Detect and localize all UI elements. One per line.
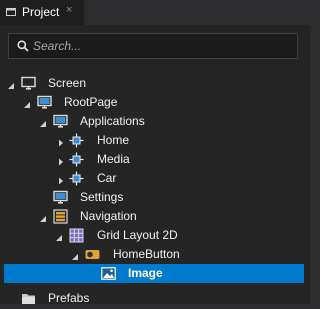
expanded-arrow-icon[interactable]: [71, 250, 79, 260]
tree-item-screen[interactable]: Screen: [0, 74, 310, 93]
collapsed-arrow-icon[interactable]: [57, 174, 65, 185]
tree-item-label: Navigation: [80, 209, 137, 223]
panel-tab-strip: Project ×: [0, 0, 310, 27]
tree-item-media[interactable]: Media: [0, 150, 310, 169]
screen-icon: [21, 76, 36, 91]
component-icon: [69, 152, 84, 167]
search-icon: [17, 40, 29, 52]
search-input[interactable]: [33, 37, 288, 55]
collapsed-arrow-icon[interactable]: [57, 136, 65, 147]
tree-item-navigation[interactable]: Navigation: [0, 207, 310, 226]
tree-item-label: Grid Layout 2D: [97, 228, 178, 242]
tree-item-homebutton[interactable]: HomeButton: [0, 245, 310, 264]
image-icon: [101, 266, 116, 281]
page-icon: [53, 114, 68, 129]
project-panel: Screen RootPage Applications: [0, 25, 310, 305]
tree-item-label: Home: [97, 133, 130, 147]
expanded-arrow-icon[interactable]: [39, 212, 47, 222]
tree-item-label: Car: [97, 171, 117, 185]
component-icon: [69, 171, 84, 186]
page-icon: [37, 95, 52, 110]
component-icon: [69, 133, 84, 148]
tree-item-rootpage[interactable]: RootPage: [0, 93, 310, 112]
expanded-arrow-icon[interactable]: [39, 117, 47, 127]
tree-item-label: Image: [128, 266, 163, 280]
tree-item-label: HomeButton: [113, 247, 180, 261]
tree-item-label: Media: [97, 152, 130, 166]
tree-item-label: Screen: [48, 76, 87, 90]
tab-project[interactable]: Project ×: [0, 0, 84, 27]
project-panel-icon: [6, 6, 16, 16]
tree-item-grid-layout-2d[interactable]: Grid Layout 2D: [0, 226, 310, 245]
page-icon: [53, 190, 68, 205]
tree-item-label: Settings: [80, 190, 124, 204]
tree-item-label: RootPage: [64, 95, 118, 109]
stack-layout-icon: [53, 209, 68, 224]
grid-layout-icon: [69, 228, 84, 243]
search-box[interactable]: [8, 33, 298, 59]
close-icon[interactable]: ×: [66, 4, 72, 16]
tree-item-home[interactable]: Home: [0, 131, 310, 150]
expanded-arrow-icon[interactable]: [55, 231, 63, 241]
tree-item-image[interactable]: Image: [4, 264, 304, 283]
expanded-arrow-icon[interactable]: [23, 98, 31, 108]
tree-item-car[interactable]: Car: [0, 169, 310, 188]
tree-item-prefabs[interactable]: Prefabs: [0, 289, 310, 308]
tree-item-label: Applications: [80, 114, 145, 128]
toggle-button-icon: [85, 247, 100, 262]
expanded-arrow-icon[interactable]: [7, 79, 15, 89]
tree-item-applications[interactable]: Applications: [0, 112, 310, 131]
tab-title: Project: [22, 5, 60, 19]
tree-item-settings[interactable]: Settings: [0, 188, 310, 207]
collapsed-arrow-icon[interactable]: [57, 155, 65, 166]
tree-item-label: Prefabs: [48, 291, 90, 305]
